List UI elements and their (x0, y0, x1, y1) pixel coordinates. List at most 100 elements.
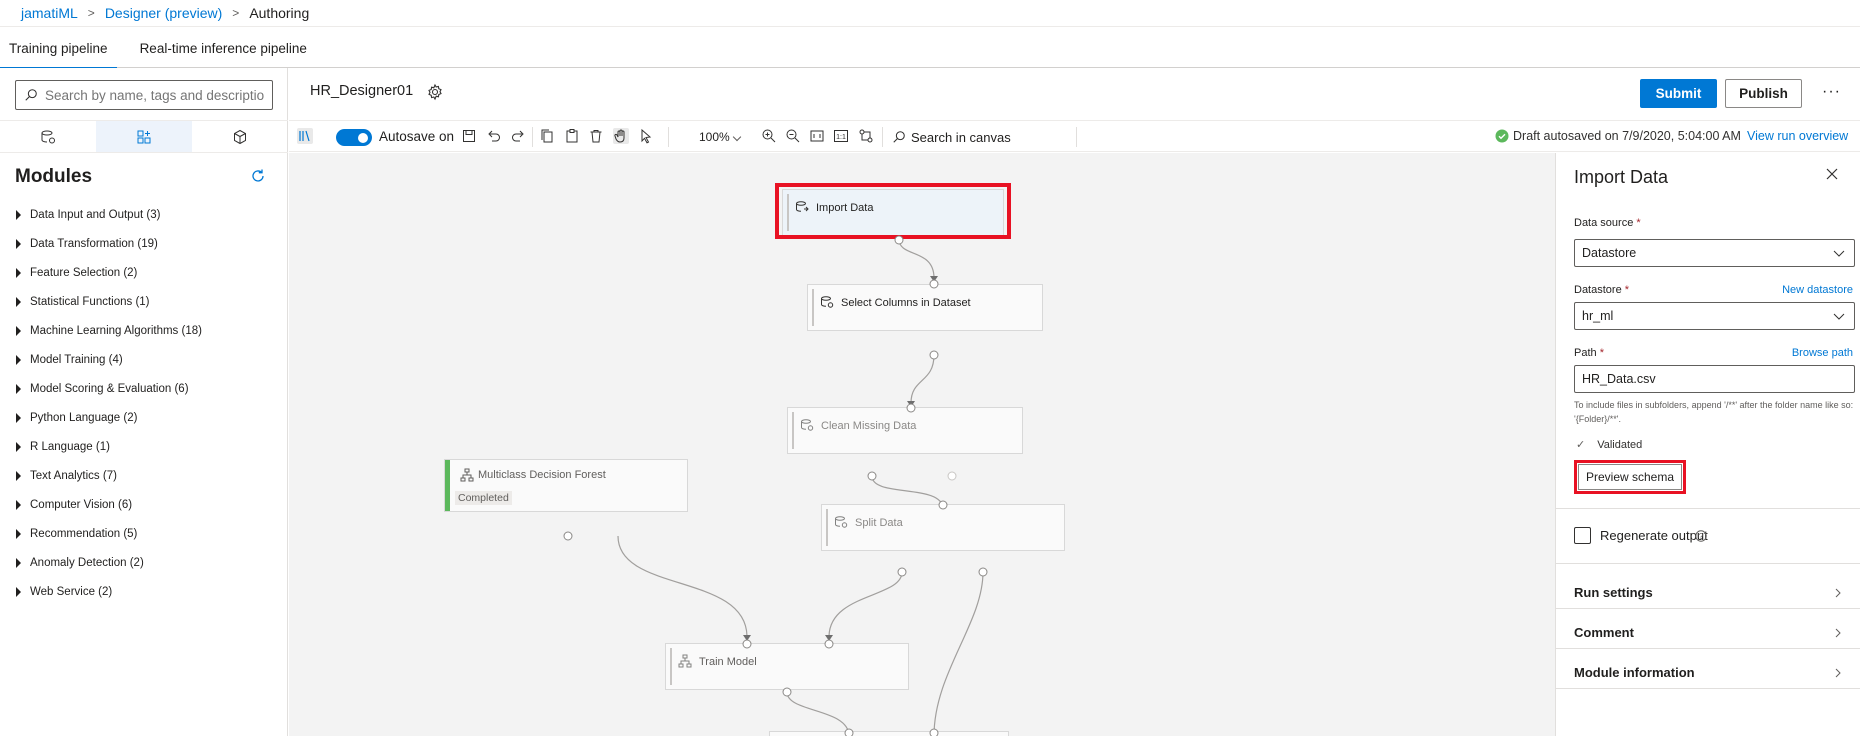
module-category[interactable]: Model Scoring & Evaluation (6) (15, 374, 275, 403)
comment-section[interactable]: Comment (1574, 625, 1844, 640)
tab-training-pipeline[interactable]: Training pipeline (0, 28, 117, 69)
module-search-input[interactable] (45, 87, 265, 103)
module-category[interactable]: R Language (1) (15, 432, 275, 461)
module-category[interactable]: Statistical Functions (1) (15, 287, 275, 316)
zoom-out-icon[interactable] (785, 128, 801, 144)
auto-layout-icon[interactable] (858, 128, 874, 144)
modules-grid-icon (137, 130, 151, 143)
module-category[interactable]: Data Input and Output (3) (15, 200, 275, 229)
zoom-level-dropdown[interactable]: 100% (699, 130, 730, 144)
select-pointer-icon[interactable] (638, 128, 654, 144)
input-port[interactable] (929, 728, 939, 736)
node-label: Split Data (855, 517, 903, 529)
breadcrumb: jamatiML > Designer (preview) > Authorin… (0, 0, 1860, 27)
tab-models[interactable] (192, 121, 288, 152)
browse-path-link[interactable]: Browse path (1792, 347, 1853, 359)
delete-icon[interactable] (588, 128, 604, 144)
panel-divider (1556, 648, 1860, 649)
datastore-value: hr_ml (1582, 309, 1614, 323)
view-run-overview-link[interactable]: View run overview (1747, 129, 1848, 143)
tab-datasets[interactable] (0, 121, 96, 152)
module-category-label: Feature Selection (2) (30, 266, 138, 279)
refresh-icon[interactable] (249, 167, 267, 185)
datastore-dropdown[interactable]: hr_ml (1574, 302, 1855, 330)
new-datastore-link[interactable]: New datastore (1782, 284, 1853, 296)
module-category-label: Data Input and Output (3) (30, 208, 161, 221)
more-options-icon[interactable]: ··· (1822, 83, 1841, 101)
input-port[interactable] (742, 639, 752, 649)
path-input[interactable]: HR_Data.csv (1574, 365, 1855, 393)
output-port[interactable] (867, 471, 877, 481)
pan-hand-icon[interactable] (613, 128, 629, 144)
preview-schema-highlight (1574, 460, 1686, 494)
datastore-label-text: Datastore (1574, 284, 1622, 296)
module-category-label: Computer Vision (6) (30, 498, 133, 511)
autosave-toggle[interactable] (336, 129, 372, 146)
actual-size-icon[interactable]: 1:1 (833, 128, 849, 144)
regenerate-output-checkbox[interactable] (1574, 527, 1591, 544)
input-port[interactable] (824, 639, 834, 649)
node-split-data[interactable]: Split Data (821, 504, 1065, 551)
module-category[interactable]: Machine Learning Algorithms (18) (15, 316, 275, 345)
close-icon[interactable] (1825, 167, 1839, 181)
node-train-model[interactable]: Train Model (665, 643, 909, 690)
publish-button[interactable]: Publish (1725, 79, 1802, 108)
library-icon[interactable] (297, 128, 313, 144)
input-port[interactable] (844, 728, 854, 736)
node-multiclass-decision-forest[interactable]: Multiclass Decision Forest Completed (444, 459, 688, 512)
node-label: Train Model (699, 656, 757, 668)
undo-icon[interactable] (486, 128, 502, 144)
pipeline-tabs: Training pipeline Real-time inference pi… (0, 28, 1860, 69)
panel-divider (1556, 608, 1860, 609)
output-port[interactable] (897, 567, 907, 577)
node-select-columns[interactable]: Select Columns in Dataset (807, 284, 1043, 331)
module-category[interactable]: Recommendation (5) (15, 519, 275, 548)
paste-icon[interactable] (564, 128, 580, 144)
canvas-search-input[interactable]: Search in canvas (911, 130, 1011, 145)
toolbar-divider (882, 127, 883, 147)
module-category-list: Data Input and Output (3) Data Transform… (15, 200, 275, 606)
zoom-in-icon[interactable] (761, 128, 777, 144)
gear-icon[interactable] (426, 83, 444, 101)
tab-modules[interactable] (96, 121, 192, 152)
submit-button[interactable]: Submit (1640, 79, 1717, 108)
output-port[interactable] (894, 235, 904, 245)
input-port[interactable] (938, 500, 948, 510)
module-search-box[interactable] (15, 80, 273, 110)
output-port[interactable] (978, 567, 988, 577)
output-port[interactable] (929, 350, 939, 360)
module-information-section[interactable]: Module information (1574, 665, 1844, 680)
module-category[interactable]: Model Training (4) (15, 345, 275, 374)
save-icon[interactable] (461, 128, 477, 144)
input-port[interactable] (906, 403, 916, 413)
node-clean-missing-data[interactable]: Clean Missing Data (787, 407, 1023, 454)
run-settings-section[interactable]: Run settings (1574, 585, 1844, 600)
tab-realtime-inference-pipeline[interactable]: Real-time inference pipeline (131, 28, 316, 68)
node-partial[interactable] (769, 731, 1009, 736)
toolbar-divider (532, 127, 533, 147)
breadcrumb-designer-link[interactable]: Designer (preview) (105, 5, 222, 21)
dataset-icon (41, 130, 55, 143)
data-source-label: Data source * (1574, 217, 1641, 229)
module-category-label: Model Scoring & Evaluation (6) (30, 382, 189, 395)
module-category-label: Model Training (4) (30, 353, 123, 366)
data-source-dropdown[interactable]: Datastore (1574, 239, 1855, 267)
fit-to-screen-icon[interactable] (809, 128, 825, 144)
output-port[interactable] (782, 687, 792, 697)
breadcrumb-workspace-link[interactable]: jamatiML (21, 5, 78, 21)
pipeline-canvas[interactable]: Import Data Select Columns in Dataset Cl… (289, 153, 1555, 736)
caret-right-icon (16, 412, 21, 423)
copy-icon[interactable] (539, 128, 555, 144)
module-category[interactable]: Python Language (2) (15, 403, 275, 432)
module-category[interactable]: Computer Vision (6) (15, 490, 275, 519)
module-category[interactable]: Feature Selection (2) (15, 258, 275, 287)
module-category[interactable]: Web Service (2) (15, 577, 275, 606)
module-category[interactable]: Text Analytics (7) (15, 461, 275, 490)
output-port[interactable] (947, 471, 957, 481)
redo-icon[interactable] (510, 128, 526, 144)
module-category[interactable]: Data Transformation (19) (15, 229, 275, 258)
output-port[interactable] (563, 531, 573, 541)
input-port[interactable] (929, 279, 939, 289)
module-category[interactable]: Anomaly Detection (2) (15, 548, 275, 577)
info-icon[interactable]: ? (1695, 530, 1707, 542)
